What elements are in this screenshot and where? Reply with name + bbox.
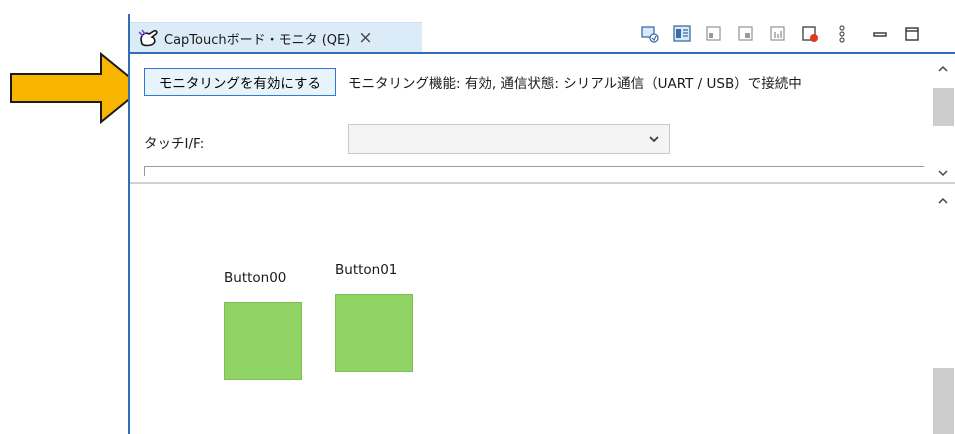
chevron-down-icon[interactable] bbox=[937, 168, 949, 178]
view-toggle-icon[interactable] bbox=[640, 24, 660, 44]
scrollbar-thumb[interactable] bbox=[933, 368, 954, 434]
layout-c-icon[interactable] bbox=[768, 24, 788, 44]
layout-a-icon[interactable] bbox=[704, 24, 724, 44]
controls-scrollbar[interactable] bbox=[930, 56, 955, 178]
captouch-monitor-panel: CapTouchボード・モニタ (QE) × モニタリングを有効にする モニタリ… bbox=[128, 14, 955, 434]
minimize-icon[interactable] bbox=[870, 24, 890, 44]
panel-view-icon[interactable] bbox=[672, 24, 692, 44]
close-icon[interactable]: × bbox=[358, 29, 372, 47]
slider-track[interactable] bbox=[144, 166, 924, 167]
enable-monitoring-button[interactable]: モニタリングを有効にする bbox=[144, 68, 336, 96]
captouch-hand-icon bbox=[138, 29, 158, 47]
chevron-up-icon[interactable] bbox=[937, 64, 949, 74]
monitor-controls: モニタリングを有効にする モニタリング機能: 有効, 通信状態: シリアル通信（… bbox=[130, 54, 955, 184]
button01-label: Button01 bbox=[335, 262, 398, 278]
callout-arrow-icon bbox=[10, 52, 145, 124]
tab-title: CapTouchボード・モニタ (QE) bbox=[164, 32, 351, 48]
chevron-up-icon[interactable] bbox=[937, 196, 949, 206]
button00-touch-area[interactable] bbox=[224, 302, 302, 380]
slider-tick bbox=[144, 166, 145, 176]
more-vertical-icon[interactable] bbox=[832, 24, 852, 44]
touch-interface-label: タッチI/F: bbox=[144, 136, 205, 152]
record-icon[interactable] bbox=[800, 24, 820, 44]
tab-captouch-monitor[interactable]: CapTouchボード・モニタ (QE) × bbox=[130, 22, 422, 53]
chevron-down-icon bbox=[649, 136, 659, 143]
touch-interface-select[interactable] bbox=[348, 124, 670, 154]
maximize-icon[interactable] bbox=[902, 24, 922, 44]
tab-bar: CapTouchボード・モニタ (QE) × bbox=[130, 14, 955, 54]
layout-b-icon[interactable] bbox=[736, 24, 756, 44]
canvas-scrollbar[interactable] bbox=[930, 186, 955, 434]
board-canvas: Button00 Button01 bbox=[130, 184, 930, 434]
scrollbar-thumb[interactable] bbox=[933, 88, 954, 126]
button00-label: Button00 bbox=[224, 270, 287, 286]
monitoring-status-text: モニタリング機能: 有効, 通信状態: シリアル通信（UART / USB）で接… bbox=[348, 76, 802, 92]
button01-touch-area[interactable] bbox=[335, 294, 413, 372]
